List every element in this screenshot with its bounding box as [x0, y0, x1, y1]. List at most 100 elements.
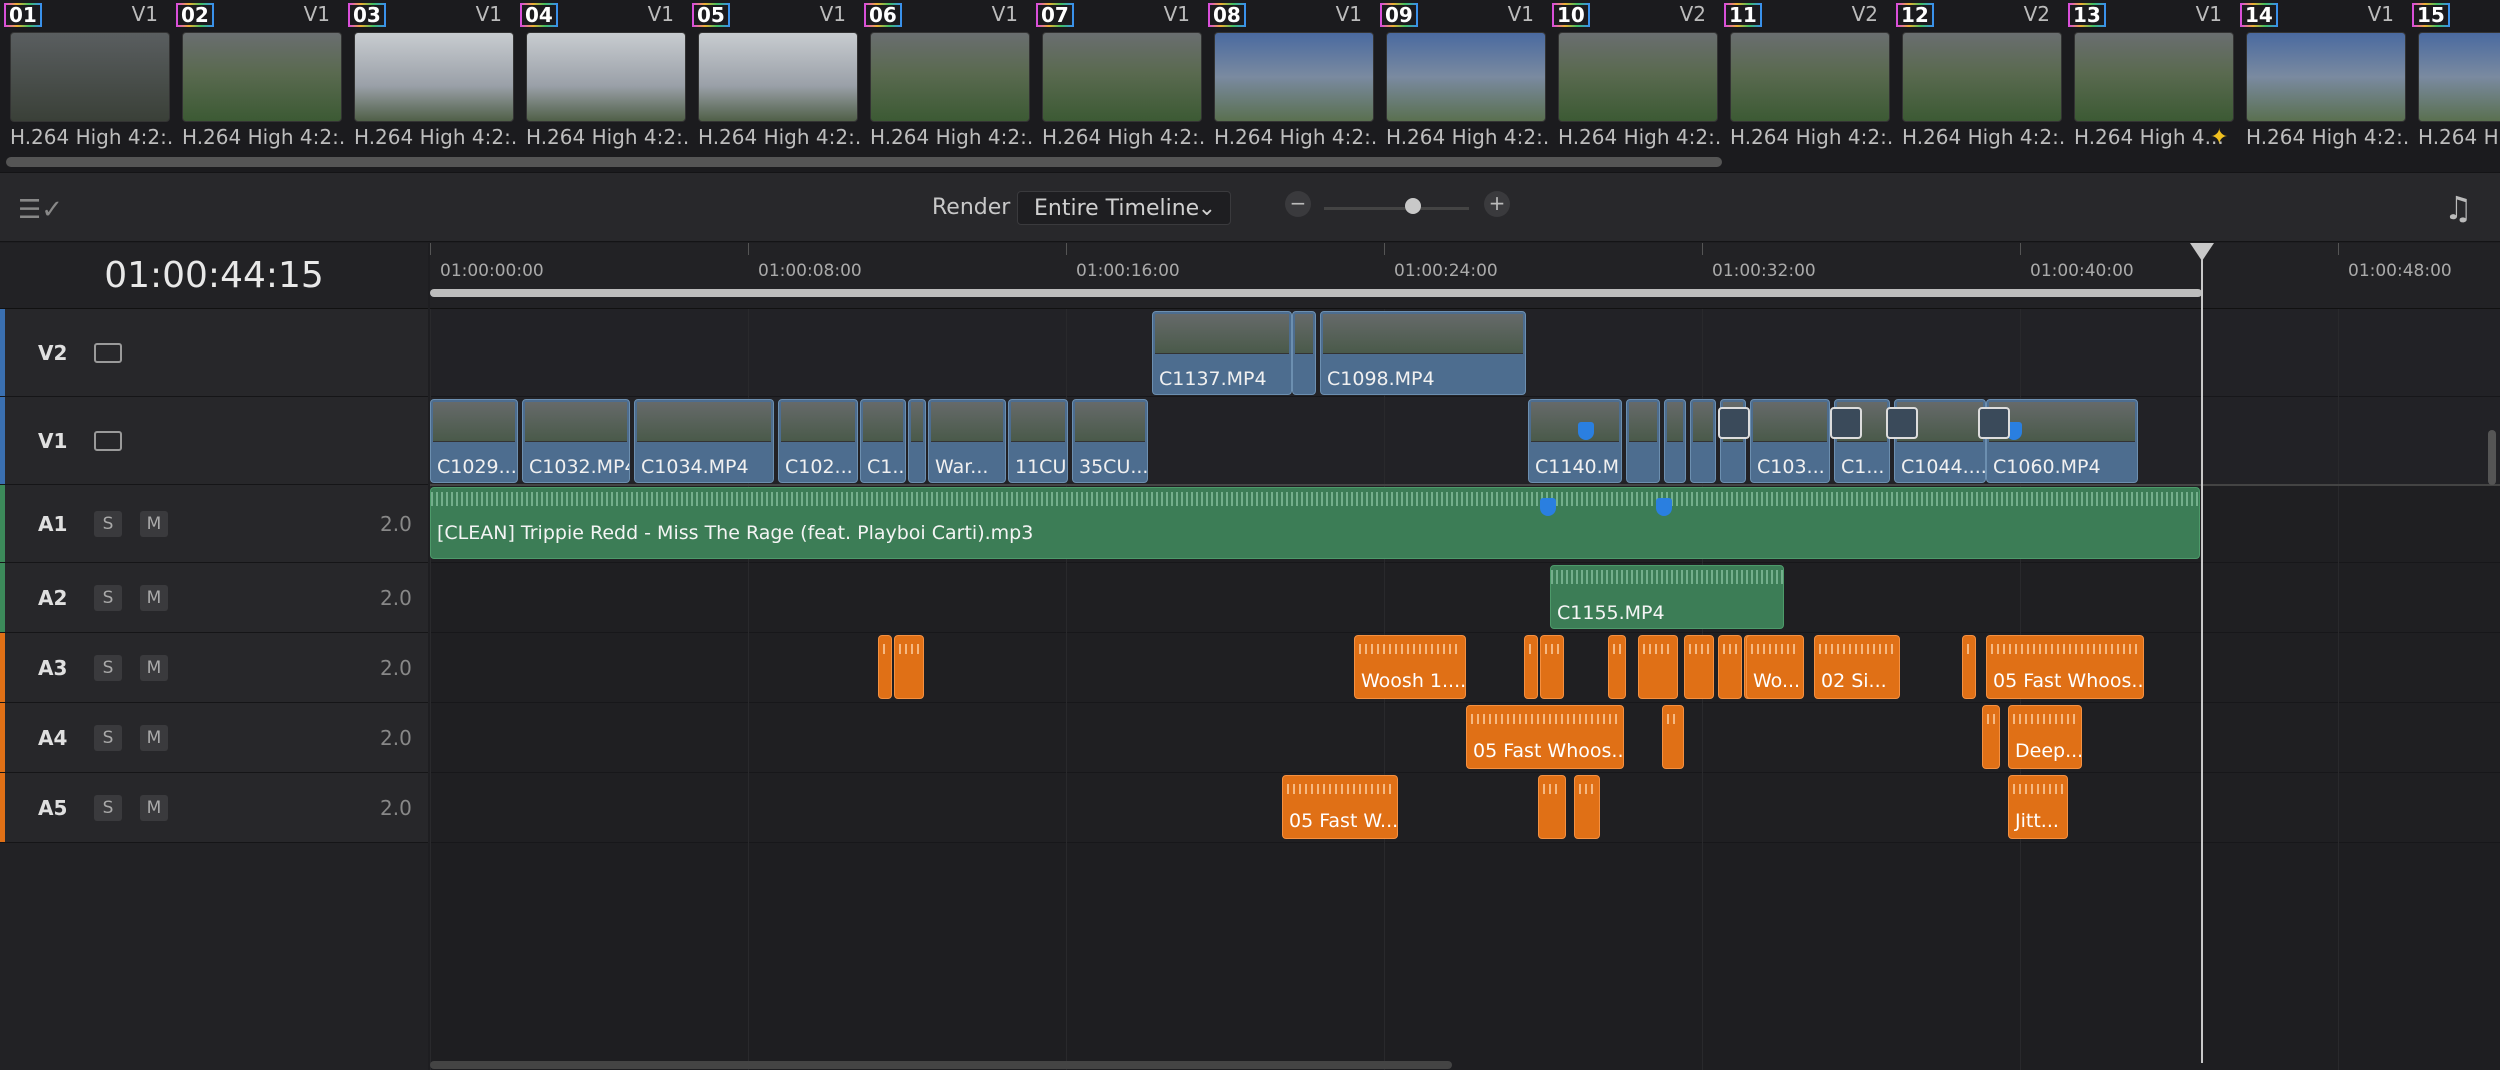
clip-thumbnail-image[interactable] — [182, 32, 342, 122]
solo-button[interactable]: S — [94, 725, 122, 751]
sfx-clip[interactable] — [1718, 635, 1742, 699]
timeline-marker[interactable] — [1540, 498, 1556, 516]
clip-thumbnail-image[interactable] — [1042, 32, 1202, 122]
timeline-marker[interactable] — [1578, 422, 1594, 440]
video-clip[interactable]: C102... — [778, 399, 858, 483]
sfx-clip[interactable]: 05 Fast Whoos... — [1466, 705, 1624, 769]
clip-thumbnail[interactable]: 01 V1 H.264 High 4:2:... — [0, 0, 172, 160]
transition-icon[interactable] — [1718, 407, 1750, 439]
track-lane-a2[interactable] — [430, 563, 2500, 633]
clip-thumbnail-image[interactable] — [2418, 32, 2500, 122]
clip-thumbnail-image[interactable] — [1558, 32, 1718, 122]
clip-thumbnail-image[interactable] — [354, 32, 514, 122]
clip-thumbnail[interactable]: 10 V2 H.264 High 4:2:... — [1548, 0, 1720, 160]
video-clip[interactable] — [1664, 399, 1686, 483]
sfx-clip[interactable] — [1638, 635, 1678, 699]
mute-button[interactable]: M — [140, 795, 168, 821]
timeline-options-icon[interactable]: ☰✓ — [18, 195, 63, 225]
sfx-clip[interactable] — [1962, 635, 1976, 699]
timeline-scrub-bar[interactable] — [430, 289, 2202, 297]
sfx-clip[interactable] — [1538, 775, 1566, 839]
solo-button[interactable]: S — [94, 655, 122, 681]
sfx-clip[interactable]: Jitt... — [2008, 775, 2068, 839]
clip-thumbnail[interactable]: 12 V2 H.264 High 4:2:... — [1892, 0, 2064, 160]
track-header-a1[interactable]: A1 S M 2.0 — [0, 485, 428, 563]
sfx-clip[interactable]: 05 Fast Whoos... — [1986, 635, 2144, 699]
clip-thumbnail[interactable]: 05 V1 H.264 High 4:2:... — [688, 0, 860, 160]
playhead[interactable] — [2201, 243, 2203, 1063]
sfx-clip[interactable] — [1574, 775, 1600, 839]
sfx-clip[interactable] — [894, 635, 924, 699]
clip-thumbnail-image[interactable] — [1902, 32, 2062, 122]
video-clip[interactable]: C1137.MP4 — [1152, 311, 1292, 395]
video-clip[interactable] — [908, 399, 926, 483]
timeline-lanes[interactable]: C1137.MP4 C1098.MP4 C1029.... C1032.MP4 C103… — [430, 309, 2500, 1070]
track-header-a5[interactable]: A5 S M 2.0 — [0, 773, 428, 843]
audio-clip-music[interactable]: [CLEAN] Trippie Redd - Miss The Rage (fe… — [430, 487, 2200, 559]
mute-button[interactable]: M — [140, 655, 168, 681]
mute-button[interactable]: M — [140, 511, 168, 537]
track-lane-a5[interactable] — [430, 773, 2500, 843]
video-clip[interactable]: C1140.M... — [1528, 399, 1622, 483]
video-clip[interactable] — [1690, 399, 1716, 483]
track-header-a4[interactable]: A4 S M 2.0 — [0, 703, 428, 773]
zoom-slider-track[interactable] — [1324, 207, 1469, 210]
zoom-slider-handle[interactable] — [1405, 198, 1421, 214]
clip-thumbnail-image[interactable] — [10, 32, 170, 122]
clip-thumbnail-image[interactable] — [1386, 32, 1546, 122]
video-clip[interactable]: C1032.MP4 — [522, 399, 630, 483]
video-clip[interactable]: 11CU — [1008, 399, 1068, 483]
clip-thumbnail-image[interactable] — [2246, 32, 2406, 122]
track-header-a2[interactable]: A2 S M 2.0 — [0, 563, 428, 633]
clip-thumbnail-image[interactable] — [1730, 32, 1890, 122]
sfx-clip[interactable] — [1540, 635, 1564, 699]
clip-thumbnail[interactable]: 03 V1 H.264 High 4:2:... — [344, 0, 516, 160]
timeline-vertical-scrollbar[interactable] — [2488, 430, 2496, 485]
track-header-v1[interactable]: V1 — [0, 397, 428, 485]
sfx-clip[interactable]: Deep... — [2008, 705, 2082, 769]
music-note-icon[interactable]: ♫ — [2444, 189, 2473, 227]
mute-button[interactable]: M — [140, 725, 168, 751]
clip-thumbnail[interactable]: 02 V1 H.264 High 4:2:... — [172, 0, 344, 160]
track-header-a3[interactable]: A3 S M 2.0 — [0, 633, 428, 703]
playhead-handle[interactable] — [2190, 243, 2214, 261]
zoom-in-button[interactable]: + — [1484, 191, 1510, 217]
video-clip[interactable]: 35CU... — [1072, 399, 1148, 483]
clip-thumbnail[interactable]: 08 V1 H.264 High 4:2:... — [1204, 0, 1376, 160]
transition-icon[interactable] — [1830, 407, 1862, 439]
clip-thumbnail-image[interactable] — [870, 32, 1030, 122]
track-lane-a4[interactable] — [430, 703, 2500, 773]
video-clip[interactable]: War... — [928, 399, 1006, 483]
film-strip-icon[interactable] — [94, 343, 122, 363]
clip-thumbnail[interactable]: 06 V1 H.264 High 4:2:... — [860, 0, 1032, 160]
timeline-marker[interactable] — [1656, 498, 1672, 516]
audio-clip[interactable]: C1155.MP4 — [1550, 565, 1784, 629]
zoom-out-button[interactable]: − — [1285, 191, 1311, 217]
sfx-clip[interactable]: 05 Fast W... — [1282, 775, 1398, 839]
clip-thumbnail-image[interactable] — [526, 32, 686, 122]
video-clip[interactable]: C103... — [1750, 399, 1830, 483]
timeline-horizontal-scrollbar[interactable] — [430, 1061, 1452, 1069]
sfx-clip[interactable] — [1662, 705, 1684, 769]
mute-button[interactable]: M — [140, 585, 168, 611]
video-clip[interactable]: C1098.MP4 — [1320, 311, 1526, 395]
sfx-clip[interactable] — [878, 635, 892, 699]
clip-thumbnail[interactable]: 07 V1 H.264 High 4:2:... — [1032, 0, 1204, 160]
video-clip[interactable]: C1034.MP4 — [634, 399, 774, 483]
clip-thumbnail[interactable]: 09 V1 H.264 High 4:2:... — [1376, 0, 1548, 160]
clip-thumbnail[interactable]: 14 V1 H.264 High 4:2:... — [2236, 0, 2408, 160]
clip-thumbnail-image[interactable] — [698, 32, 858, 122]
solo-button[interactable]: S — [94, 511, 122, 537]
transition-icon[interactable] — [1886, 407, 1918, 439]
track-header-v2[interactable]: V2 — [0, 309, 428, 397]
render-range-select[interactable]: Entire Timeline ⌄ — [1017, 191, 1231, 225]
clip-thumbnail[interactable]: 15 H.264 Hig — [2408, 0, 2500, 160]
clip-thumbnail[interactable]: 04 V1 H.264 High 4:2:... — [516, 0, 688, 160]
video-clip[interactable] — [1292, 311, 1316, 395]
video-clip[interactable]: C1... — [860, 399, 906, 483]
transition-icon[interactable] — [1978, 407, 2010, 439]
current-timecode[interactable]: 01:00:44:15 — [0, 243, 428, 309]
film-strip-icon[interactable] — [94, 431, 122, 451]
sfx-clip[interactable] — [1982, 705, 2000, 769]
sfx-clip[interactable]: Wo... — [1746, 635, 1804, 699]
